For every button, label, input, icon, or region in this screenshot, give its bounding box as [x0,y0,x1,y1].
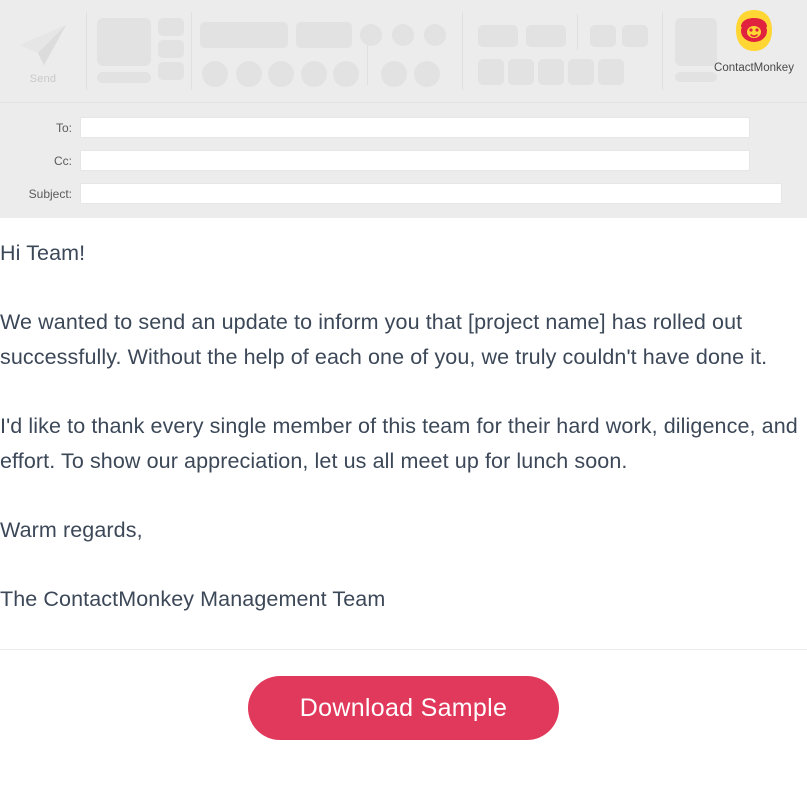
toolbar-placeholder-chip[interactable] [538,59,564,85]
email-compose-window: Send ContactMonkey To: Cc: Subject: [0,0,807,279]
email-signature: The ContactMonkey Management Team [0,587,386,611]
toolbar-placeholder-round[interactable] [333,61,359,87]
cta-container: Download Sample [0,650,807,740]
toolbar-placeholder-round[interactable] [202,61,228,87]
subject-field-row: Subject: [0,183,807,204]
toolbar-placeholder-round[interactable] [392,24,414,46]
contactmonkey-logo-icon [732,8,776,59]
toolbar-placeholder-chip[interactable] [478,59,504,85]
to-field-row: To: [0,117,807,138]
toolbar-placeholder-chip[interactable] [598,59,624,85]
ribbon-separator-inner [577,14,578,50]
email-greeting: Hi Team! [0,241,86,265]
paper-plane-icon [18,23,68,67]
names-include-group[interactable] [466,0,666,102]
send-button[interactable]: Send [0,0,86,102]
toolbar-placeholder-wide[interactable] [296,22,352,48]
email-body[interactable]: Hi Team! We wanted to send an update to … [0,218,807,740]
email-signoff: Warm regards, [0,518,143,542]
ribbon-separator-1 [86,12,87,90]
email-paragraph-2: I'd like to thank every single member of… [0,414,798,473]
toolbar-placeholder-round[interactable] [360,24,382,46]
contactmonkey-addin-button[interactable]: ContactMonkey [711,8,797,74]
toolbar-placeholder-chip[interactable] [158,40,184,58]
toolbar-placeholder-chip[interactable] [508,59,534,85]
toolbar-placeholder-chip[interactable] [622,25,648,47]
toolbar-placeholder-round[interactable] [301,61,327,87]
toolbar-placeholder-chip[interactable] [158,18,184,36]
send-label: Send [29,73,57,85]
toolbar-placeholder-chip[interactable] [568,59,594,85]
toolbar-placeholder-round[interactable] [268,61,294,87]
ribbon-separator-2 [191,12,192,90]
ribbon-separator-4 [662,12,663,90]
toolbar-placeholder-round[interactable] [236,61,262,87]
basic-text-group[interactable] [196,0,456,102]
toolbar-placeholder-wide[interactable] [200,22,288,48]
toolbar-placeholder-block[interactable] [97,18,151,66]
subject-input[interactable] [80,183,782,204]
to-label: To: [55,120,72,135]
email-paragraph-1: We wanted to send an update to inform yo… [0,310,768,369]
cc-label: Cc: [54,153,72,168]
clipboard-group[interactable] [88,0,184,102]
ribbon-separator-inner [367,45,368,85]
toolbar-placeholder-chip[interactable] [590,25,616,47]
toolbar-placeholder-chip[interactable] [526,25,566,47]
ribbon-toolbar: Send ContactMonkey [0,0,807,103]
toolbar-placeholder-round[interactable] [424,24,446,46]
cc-input[interactable] [80,150,750,171]
ribbon-separator-3 [462,12,463,90]
toolbar-placeholder-round[interactable] [381,61,407,87]
subject-label: Subject: [28,186,72,201]
to-input[interactable] [80,117,750,138]
download-sample-button[interactable]: Download Sample [248,676,559,740]
toolbar-placeholder-chip[interactable] [478,25,518,47]
toolbar-placeholder-round[interactable] [414,61,440,87]
cc-field-row: Cc: [0,150,807,171]
compose-header-fields: To: Cc: Subject: [0,103,807,279]
contactmonkey-label: ContactMonkey [714,62,794,74]
toolbar-placeholder-pill[interactable] [97,72,151,83]
toolbar-placeholder-chip[interactable] [158,62,184,80]
